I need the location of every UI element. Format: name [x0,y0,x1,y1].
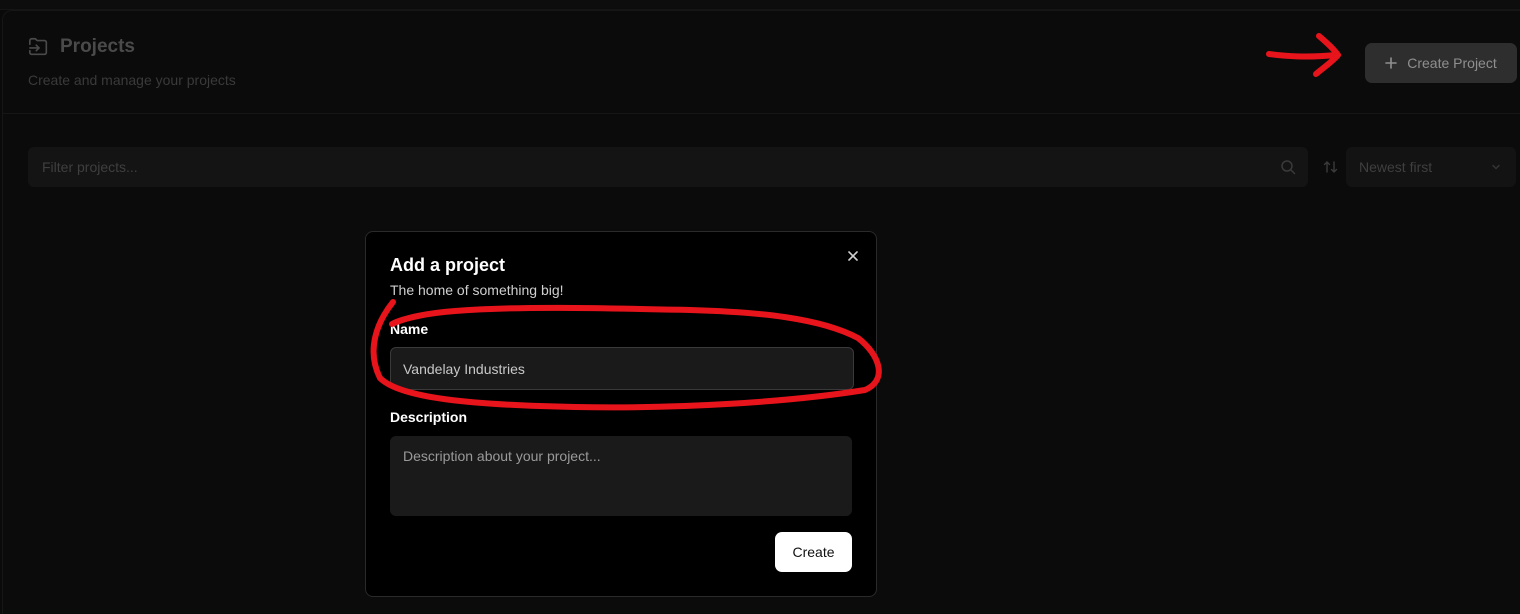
folder-import-icon [29,37,48,56]
sort-select[interactable]: Newest first [1346,147,1516,187]
filter-input[interactable] [40,158,1280,176]
chevron-down-icon [1492,164,1500,170]
dialog-title: Add a project [390,255,506,275]
description-label: Description [390,409,468,425]
top-strip [0,0,1520,10]
create-project-button[interactable]: Create Project [1365,43,1517,83]
create-button[interactable]: Create [775,532,852,572]
filter-field[interactable] [28,147,1308,187]
page-title: Projects [60,36,135,57]
add-project-dialog: Add a project The home of something big!… [365,231,877,597]
dialog-description: The home of something big! [390,282,564,298]
page-subtitle: Create and manage your projects [28,72,236,88]
search-icon [1281,160,1296,175]
description-textarea[interactable] [390,436,852,516]
plus-icon [1385,57,1398,69]
sort-arrows-icon[interactable] [1322,158,1340,176]
name-input[interactable] [390,347,854,390]
name-label: Name [390,321,429,337]
page: Projects Create and manage your projects… [0,0,1520,614]
sort-selected-value: Newest first [1359,159,1433,175]
title-row: Projects [28,36,236,58]
close-icon[interactable] [846,249,860,263]
page-header: Projects Create and manage your projects [28,36,236,88]
create-project-label: Create Project [1407,55,1497,71]
header-divider [2,113,1520,114]
